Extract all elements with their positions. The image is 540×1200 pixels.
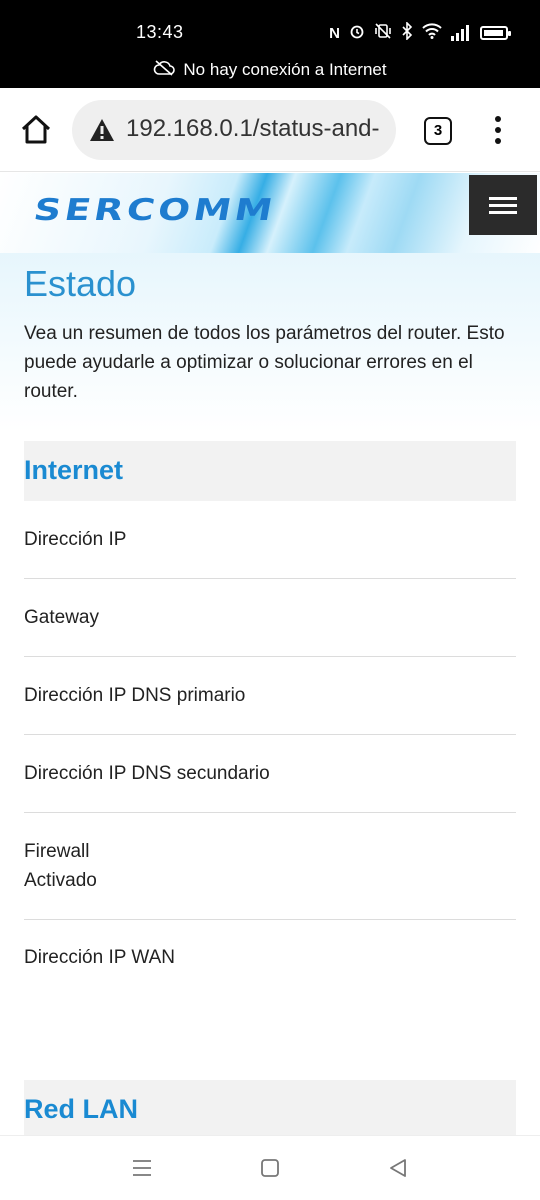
web-page: SERCOMM Estado Vea un resumen de todos l… [0, 173, 540, 1135]
tab-switcher-button[interactable]: 3 [424, 117, 452, 145]
status-row-firewall: Firewall Activado [24, 837, 516, 920]
page-title: Estado [24, 263, 137, 304]
row-label: Firewall [24, 841, 90, 862]
warning-icon[interactable] [88, 117, 116, 143]
status-row-primary-dns: Dirección IP DNS primario [24, 681, 516, 735]
home-nav-icon[interactable] [258, 1156, 282, 1180]
status-bar: 13:43 N No hay conexión a Internet [0, 0, 540, 88]
alarm-icon [349, 23, 365, 43]
offline-text: No hay conexión a Internet [183, 60, 387, 79]
offline-notice: No hay conexión a Internet [0, 60, 540, 81]
battery-icon [480, 26, 511, 40]
section-heading-internet: Internet [24, 441, 516, 501]
row-label: Dirección IP [24, 529, 127, 550]
section-title: Internet [24, 455, 124, 485]
recent-apps-icon[interactable] [130, 1156, 154, 1180]
section-heading-red-lan: Red LAN [24, 1080, 516, 1135]
bluetooth-icon [401, 21, 413, 44]
system-nav-bar [0, 1135, 540, 1200]
row-label: Gateway [24, 607, 99, 628]
cloud-off-icon [153, 60, 176, 81]
vibrate-off-icon [374, 23, 392, 43]
url-text[interactable]: 192.168.0.1/status-and- [126, 115, 380, 143]
section-title: Red LAN [24, 1094, 138, 1124]
status-row-wan-ip: Dirección IP WAN [24, 943, 516, 983]
hamburger-menu-icon[interactable] [469, 175, 537, 235]
home-button[interactable] [18, 112, 54, 148]
status-time: 13:43 [136, 22, 184, 42]
row-label: Dirección IP DNS primario [24, 685, 246, 706]
back-icon[interactable] [386, 1156, 410, 1180]
browser-toolbar: 192.168.0.1/status-and- 3 [0, 88, 540, 172]
page-intro: Vea un resumen de todos los parámetros d… [24, 323, 505, 402]
status-row-secondary-dns: Dirección IP DNS secundario [24, 759, 516, 813]
row-value: Activado [24, 870, 97, 891]
more-options-icon[interactable] [488, 114, 508, 146]
row-label: Dirección IP DNS secundario [24, 763, 270, 784]
header-banner: SERCOMM [0, 173, 540, 253]
status-row-ip-address: Dirección IP [24, 525, 516, 579]
nfc-icon: N [329, 24, 340, 42]
address-bar[interactable]: 192.168.0.1/status-and- [72, 100, 396, 160]
status-row-gateway: Gateway [24, 603, 516, 657]
signal-icon [451, 25, 471, 41]
row-label: Dirección IP WAN [24, 947, 175, 968]
status-icons: N [329, 21, 511, 44]
wifi-icon [422, 23, 442, 43]
home-icon [21, 115, 51, 144]
sercomm-logo: SERCOMM [30, 193, 279, 228]
